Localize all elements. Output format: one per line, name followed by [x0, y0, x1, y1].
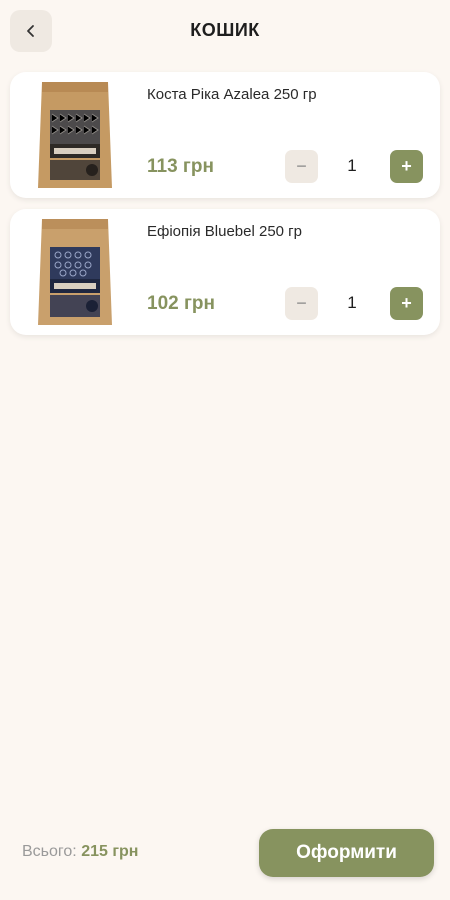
minus-icon: − [296, 293, 307, 313]
cart-item: Ефіопія Bluebel 250 гр 102 грн − 1 + [10, 209, 440, 335]
page-title: КОШИК [190, 20, 260, 40]
cart-list: Коста Ріка Azalea 250 гр 113 грн − 1 + Е… [10, 72, 440, 346]
product-image [38, 82, 112, 188]
product-image [38, 219, 112, 325]
cart-item: Коста Ріка Azalea 250 гр 113 грн − 1 + [10, 72, 440, 198]
cart-footer: Всього: 215 грн Оформити [0, 820, 450, 900]
plus-icon: + [401, 293, 412, 313]
product-name: Коста Ріка Azalea 250 гр [147, 86, 317, 103]
minus-icon: − [296, 156, 307, 176]
total-label: Всього: [22, 843, 77, 860]
total-amount: 215 грн [81, 843, 139, 860]
checkout-button[interactable]: Оформити [259, 829, 434, 877]
increase-quantity-button[interactable]: + [390, 150, 423, 183]
total-summary: Всього: 215 грн [22, 843, 138, 861]
increase-quantity-button[interactable]: + [390, 287, 423, 320]
header: КОШИК [0, 0, 450, 62]
quantity-value: 1 [347, 156, 357, 175]
product-name: Ефіопія Bluebel 250 гр [147, 223, 302, 240]
decrease-quantity-button[interactable]: − [285, 287, 318, 320]
quantity-value: 1 [347, 293, 357, 312]
product-price: 113 грн [147, 156, 214, 177]
plus-icon: + [401, 156, 412, 176]
product-price: 102 грн [147, 293, 215, 314]
decrease-quantity-button[interactable]: − [285, 150, 318, 183]
